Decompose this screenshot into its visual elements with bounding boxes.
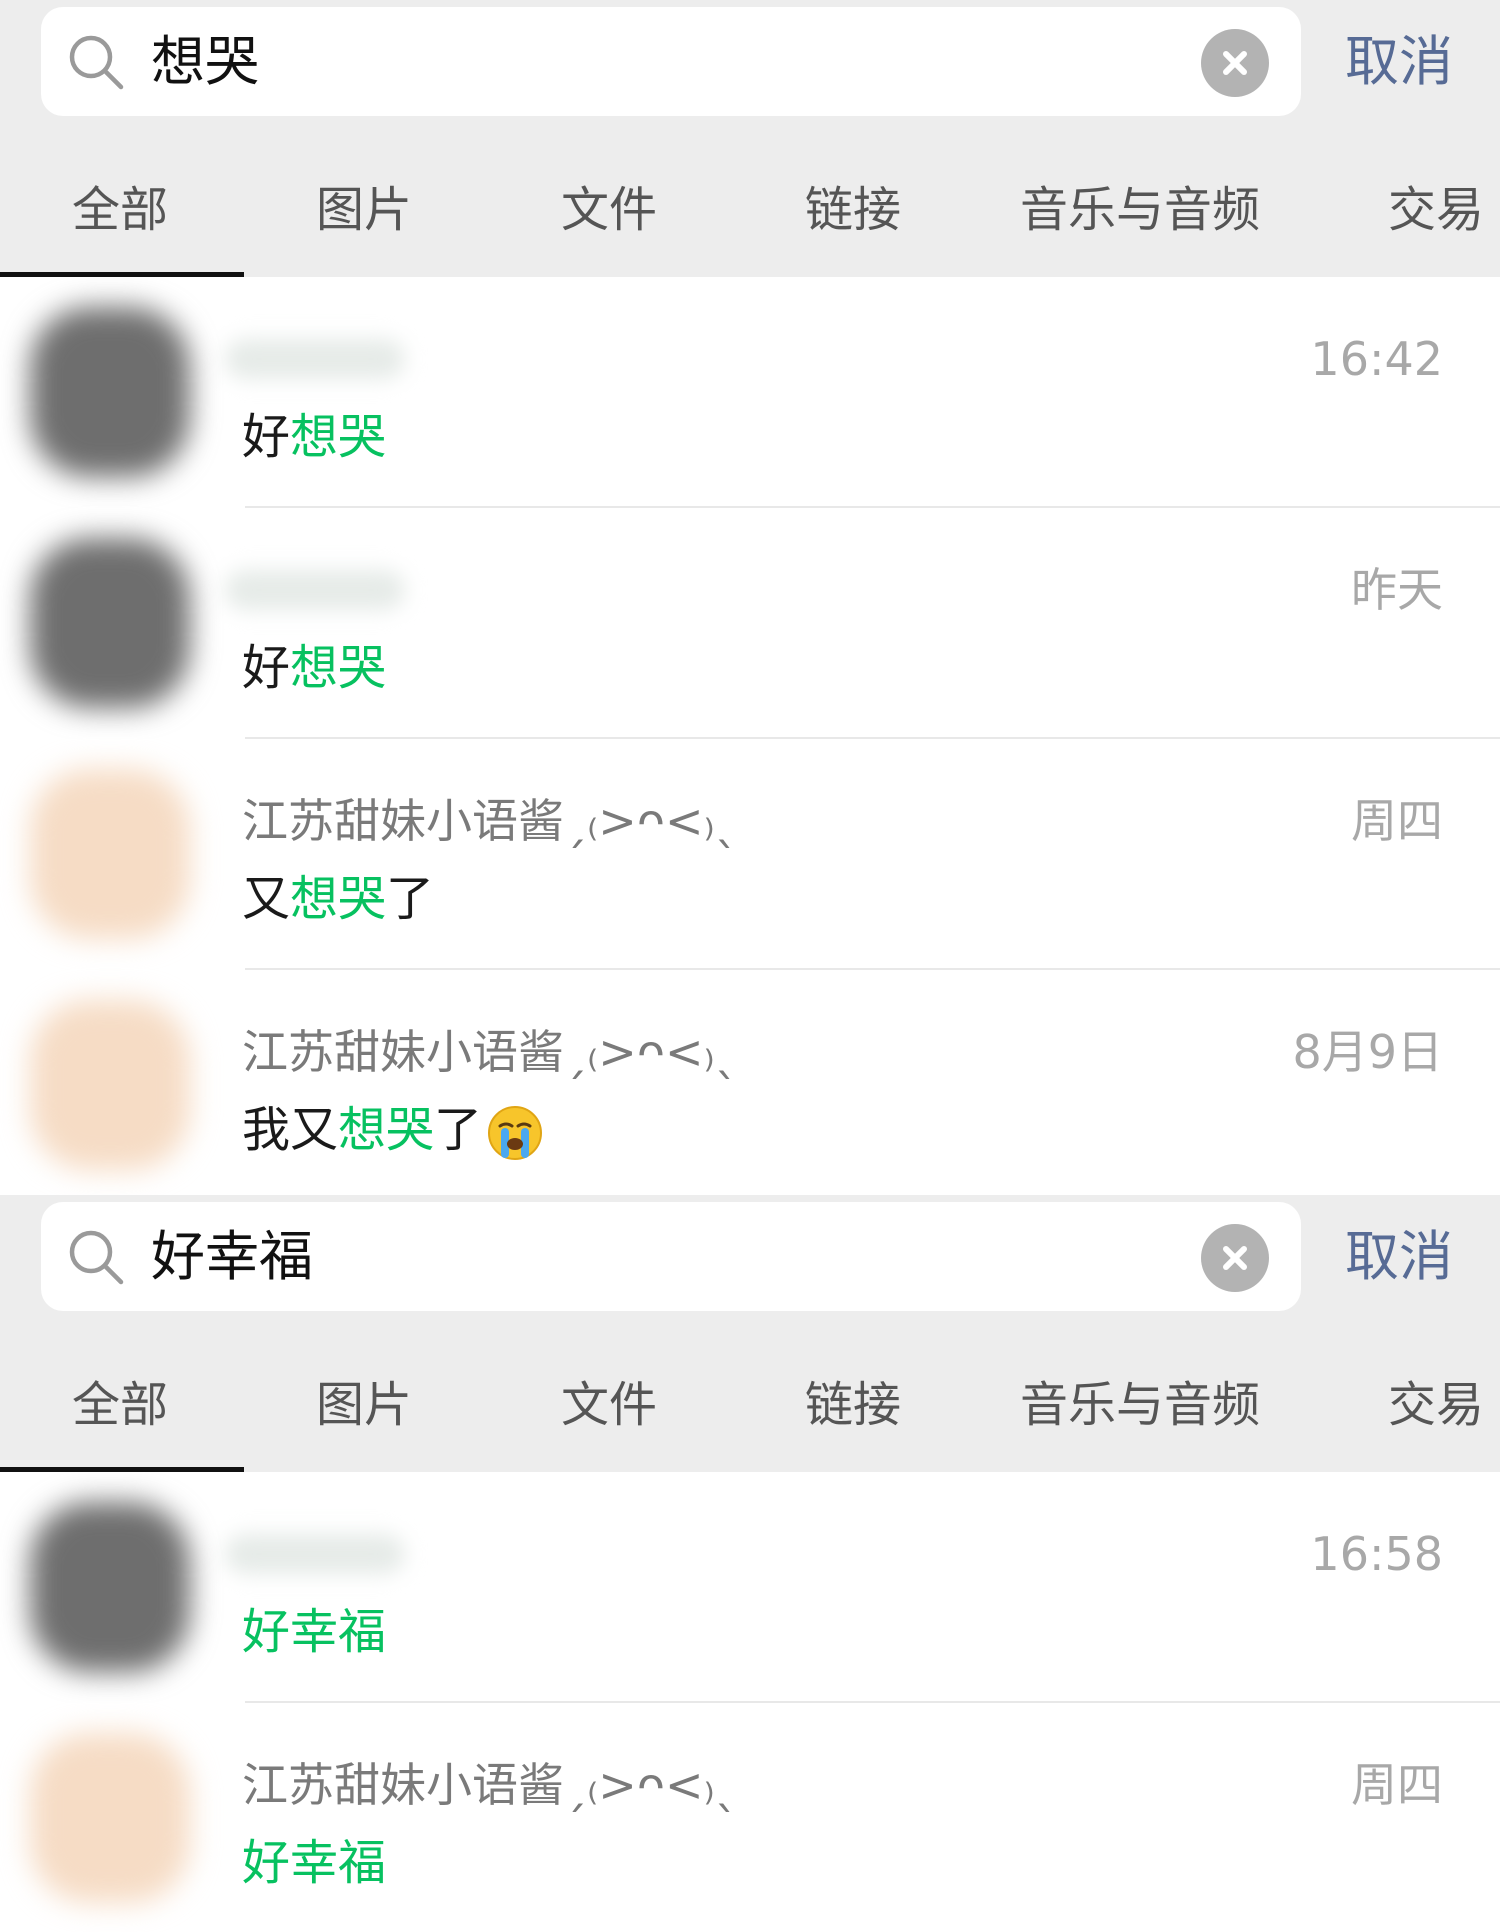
search-icon — [69, 35, 124, 90]
list-item[interactable]: 16:42 好想哭 — [0, 277, 1500, 508]
keyword-highlight: 好幸福 — [242, 1604, 387, 1660]
tab-music-audio[interactable]: 音乐与音频 — [1020, 144, 1260, 277]
cancel-button[interactable]: 取消 — [1345, 7, 1453, 116]
message-snippet: 好幸福 — [242, 1600, 386, 1664]
search-bar: 好幸福 取消 — [0, 1195, 1500, 1339]
search-box[interactable]: 想哭 — [41, 7, 1301, 116]
keyword-highlight: 想哭 — [290, 409, 387, 465]
list-item[interactable]: 江苏甜妹小语酱ˏ₍>ᴖ<₎ˎ 8月9日 我又想哭了 — [0, 970, 1500, 1195]
contact-name-redacted — [225, 570, 405, 610]
avatar — [30, 1000, 190, 1170]
tab-files[interactable]: 文件 — [561, 1339, 657, 1472]
contact-name: 江苏甜妹小语酱ˏ₍>ᴖ<₎ˎ — [242, 1758, 738, 1812]
tab-links[interactable]: 链接 — [805, 144, 901, 277]
tab-transactions[interactable]: 交易 — [1388, 1339, 1484, 1472]
message-snippet: 好幸福 — [242, 1831, 386, 1895]
message-snippet: 好想哭 — [242, 640, 387, 696]
search-box[interactable]: 好幸福 — [41, 1202, 1301, 1311]
tab-all[interactable]: 全部 — [72, 144, 168, 277]
message-snippet: 好想哭 — [242, 409, 387, 465]
tab-transactions[interactable]: 交易 — [1388, 144, 1484, 277]
avatar — [30, 538, 190, 708]
clear-search-button[interactable] — [1201, 29, 1269, 97]
avatar — [30, 1502, 190, 1672]
list-item[interactable]: 江苏甜妹小语酱ˏ₍>ᴖ<₎ˎ 周四 好幸福 — [0, 1703, 1500, 1932]
avatar — [30, 1733, 190, 1903]
keyword-highlight: 想哭 — [290, 640, 387, 696]
clear-search-button[interactable] — [1201, 1224, 1269, 1292]
tab-files[interactable]: 文件 — [561, 144, 657, 277]
list-item[interactable]: 昨天 好想哭 — [0, 508, 1500, 739]
close-icon — [1223, 51, 1247, 75]
tab-images[interactable]: 图片 — [316, 1339, 412, 1472]
close-icon — [1223, 1246, 1247, 1270]
message-snippet: 我又想哭了 — [242, 1098, 544, 1162]
contact-name-redacted — [225, 1534, 405, 1574]
keyword-highlight: 想哭 — [290, 871, 387, 927]
list-item[interactable]: 16:58 好幸福 — [0, 1472, 1500, 1703]
tab-all[interactable]: 全部 — [72, 1339, 168, 1472]
message-time: 周四 — [1351, 1758, 1443, 1812]
cancel-button[interactable]: 取消 — [1345, 1202, 1453, 1311]
contact-name: 江苏甜妹小语酱ˏ₍>ᴖ<₎ˎ — [242, 794, 738, 848]
contact-name: 江苏甜妹小语酱ˏ₍>ᴖ<₎ˎ — [242, 1025, 738, 1079]
search-icon — [69, 1230, 124, 1285]
loudly-crying-face-icon — [488, 1106, 543, 1160]
search-results-panel-2: 好幸福 取消 全部 图片 文件 链接 音乐与音频 交易 16:58 好幸福 江苏… — [0, 1195, 1500, 1932]
list-item[interactable]: 江苏甜妹小语酱ˏ₍>ᴖ<₎ˎ 周四 又想哭了 — [0, 739, 1500, 970]
keyword-highlight: 想哭 — [338, 1102, 435, 1158]
message-time: 8月9日 — [1292, 1025, 1443, 1079]
keyword-highlight: 好幸福 — [242, 1835, 387, 1891]
tab-images[interactable]: 图片 — [316, 144, 412, 277]
message-time: 16:58 — [1310, 1527, 1443, 1581]
search-input[interactable]: 想哭 — [151, 7, 259, 116]
search-results-panel-1: 想哭 取消 全部 图片 文件 链接 音乐与音频 交易 16:42 好想哭 昨天 … — [0, 0, 1500, 1195]
filter-tabs: 全部 图片 文件 链接 音乐与音频 交易 — [0, 1339, 1500, 1472]
contact-name-redacted — [225, 339, 405, 379]
tab-links[interactable]: 链接 — [805, 1339, 901, 1472]
message-time: 周四 — [1351, 794, 1443, 848]
tab-music-audio[interactable]: 音乐与音频 — [1020, 1339, 1260, 1472]
avatar — [30, 769, 190, 939]
message-time: 16:42 — [1310, 332, 1443, 386]
message-snippet: 又想哭了 — [242, 871, 435, 927]
avatar — [30, 307, 190, 477]
search-bar: 想哭 取消 — [0, 0, 1500, 144]
search-input[interactable]: 好幸福 — [151, 1202, 313, 1311]
message-time: 昨天 — [1351, 563, 1443, 617]
filter-tabs: 全部 图片 文件 链接 音乐与音频 交易 — [0, 144, 1500, 277]
